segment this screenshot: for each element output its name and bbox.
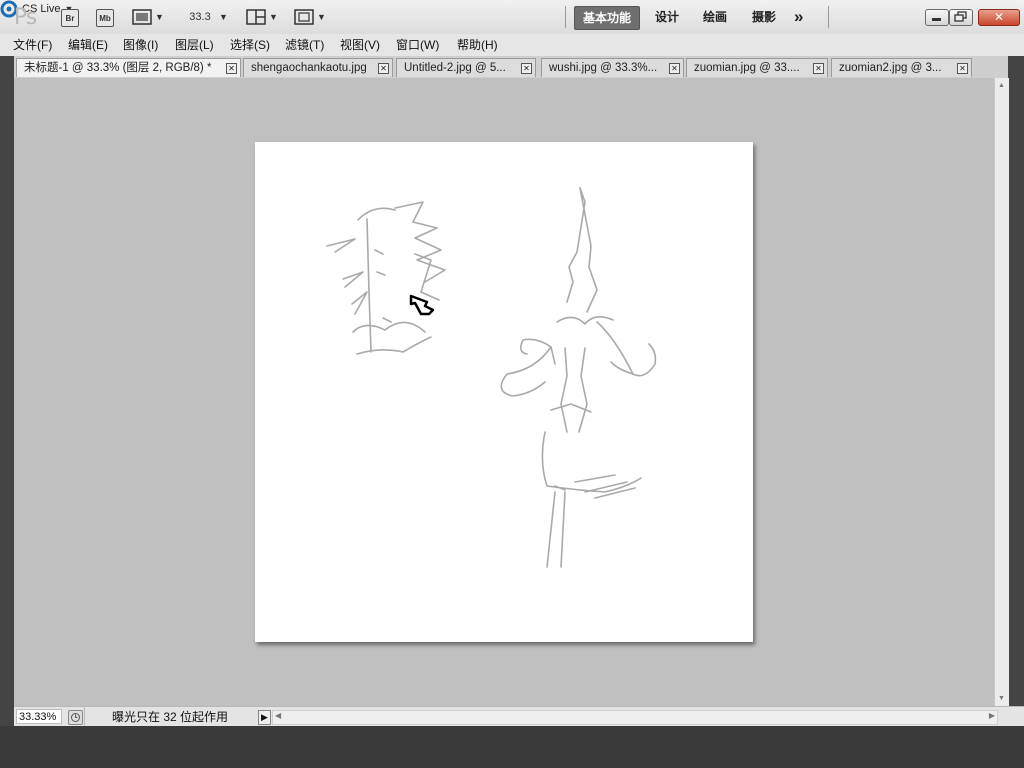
tab-shengaochankaotu[interactable]: shengaochankaotu.jpg ✕ (243, 58, 393, 77)
document-tab-bar: 未标题-1 @ 33.3% (图层 2, RGB/8) * ✕ shengaoc… (0, 56, 1024, 79)
scroll-left-icon[interactable]: ◀ (275, 711, 281, 720)
tab-label: wushi.jpg @ 33.3%... (549, 62, 658, 74)
application-bar: Ps Br Mb ▼ 33.3 ▼ ▼ ▼ 基本功能 设计 绘画 摄影 » CS… (0, 0, 1024, 35)
status-menu-arrow-icon[interactable]: ▶ (258, 710, 271, 725)
bridge-button[interactable]: Br (61, 9, 79, 27)
menu-image[interactable]: 图像(I) (123, 37, 158, 53)
close-icon[interactable]: ✕ (813, 63, 824, 74)
close-icon[interactable]: ✕ (521, 63, 532, 74)
horizontal-scrollbar[interactable]: ◀ ▶ (272, 710, 998, 725)
tab-untitled-1[interactable]: 未标题-1 @ 33.3% (图层 2, RGB/8) * ✕ (16, 58, 241, 77)
workspace-photography-button[interactable]: 摄影 (744, 6, 784, 28)
mini-bridge-button[interactable]: Mb (96, 9, 114, 27)
minimize-icon (932, 18, 941, 21)
scroll-right-icon[interactable]: ▶ (989, 711, 995, 720)
close-icon[interactable]: ✕ (669, 63, 680, 74)
arrange-documents-menu[interactable]: ▼ (246, 9, 278, 25)
tab-label: 未标题-1 @ 33.3% (图层 2, RGB/8) * (24, 62, 212, 74)
status-message: 曝光只在 32 位起作用 (112, 710, 229, 724)
tab-wushi[interactable]: wushi.jpg @ 33.3%... ✕ (541, 58, 684, 77)
filmstrip-icon (132, 9, 152, 25)
tab-label: shengaochankaotu.jpg (251, 62, 367, 74)
divider (84, 707, 85, 727)
menu-file[interactable]: 文件(F) (13, 37, 52, 53)
photoshop-logo: Ps (13, 4, 37, 30)
hand-pointer-icon (409, 294, 435, 316)
zoom-level-dropdown[interactable]: 33.3 (184, 9, 216, 25)
window-close-button[interactable]: ✕ (978, 9, 1020, 26)
tab-label: Untitled-2.jpg @ 5... (404, 62, 506, 74)
chevron-down-icon[interactable]: ▼ (219, 12, 228, 22)
sketch-drawing (326, 187, 657, 568)
screen-mode-menu[interactable]: ▼ (294, 9, 326, 25)
menu-filter[interactable]: 滤镜(T) (285, 37, 324, 53)
close-icon: ✕ (993, 10, 1005, 24)
close-icon[interactable]: ✕ (957, 63, 968, 74)
workspace-painting-button[interactable]: 绘画 (695, 6, 735, 28)
arrange-documents-icon (246, 9, 266, 25)
divider (828, 6, 829, 28)
view-extras-menu[interactable]: ▼ (132, 9, 164, 25)
vertical-scrollbar[interactable]: ▲ ▼ (994, 78, 1009, 706)
scroll-up-icon[interactable]: ▲ (998, 82, 1005, 89)
chevron-down-icon: ▼ (269, 12, 278, 22)
divider (565, 6, 566, 28)
document-canvas[interactable] (255, 142, 753, 642)
tab-zuomian[interactable]: zuomian.jpg @ 33.... ✕ (686, 58, 828, 77)
tab-untitled-2[interactable]: Untitled-2.jpg @ 5... ✕ (396, 58, 536, 77)
tab-label: zuomian2.jpg @ 3... (839, 62, 942, 74)
tab-label: zuomian.jpg @ 33.... (694, 62, 800, 74)
workspace-design-button[interactable]: 设计 (647, 6, 687, 28)
scroll-down-icon[interactable]: ▼ (998, 695, 1005, 702)
screen-mode-icon (294, 9, 314, 25)
menu-view[interactable]: 视图(V) (340, 37, 380, 53)
status-info-button[interactable] (68, 710, 83, 725)
restore-icon (954, 11, 967, 22)
zoom-field[interactable]: 33.33% (16, 709, 62, 724)
status-bar: 33.33% 曝光只在 32 位起作用 ▶ ◀ ▶ (14, 706, 1024, 727)
minimize-button[interactable] (925, 9, 949, 26)
clock-icon (71, 713, 80, 722)
right-panel-edge (1008, 56, 1024, 726)
chevron-down-icon: ▼ (317, 12, 326, 22)
more-workspaces-button[interactable]: » (786, 6, 811, 28)
close-icon[interactable]: ✕ (226, 63, 237, 74)
zoom-level-value: 33.3 (189, 11, 211, 23)
restore-button[interactable] (949, 9, 973, 26)
menu-bar: 文件(F) 编辑(E) 图像(I) 图层(L) 选择(S) 滤镜(T) 视图(V… (0, 34, 1024, 57)
menu-window[interactable]: 窗口(W) (396, 37, 439, 53)
menu-edit[interactable]: 编辑(E) (68, 37, 108, 53)
close-icon[interactable]: ✕ (378, 63, 389, 74)
menu-help[interactable]: 帮助(H) (457, 37, 498, 53)
chevron-down-icon: ▼ (155, 12, 164, 22)
left-panel-edge (0, 56, 14, 726)
workspace-essentials-button[interactable]: 基本功能 (574, 6, 641, 30)
menu-layer[interactable]: 图层(L) (175, 37, 214, 53)
menu-select[interactable]: 选择(S) (230, 37, 270, 53)
tab-zuomian2[interactable]: zuomian2.jpg @ 3... ✕ (831, 58, 972, 77)
bottom-panel-edge (0, 726, 1024, 768)
